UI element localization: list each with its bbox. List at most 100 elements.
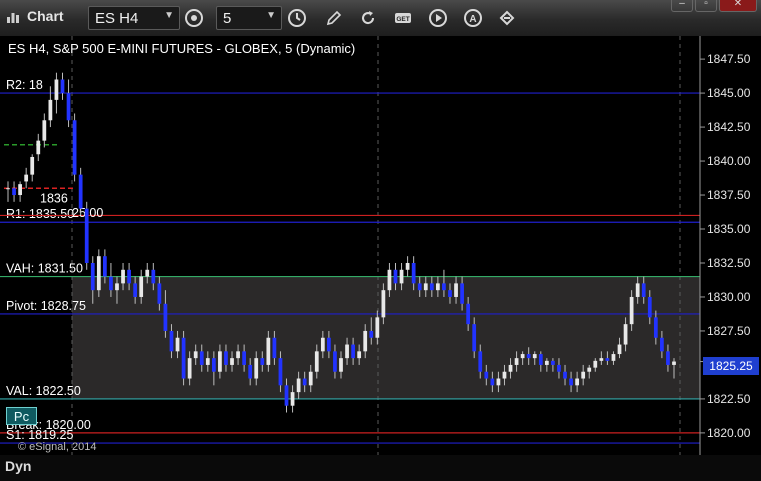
value-area-shade [72, 276, 700, 399]
candle-body [448, 290, 452, 297]
candle-body [423, 283, 428, 291]
symbol-settings-icon[interactable] [184, 8, 204, 28]
price-tick-label: 1822.50 [707, 392, 751, 406]
candle-body [96, 256, 101, 291]
bottom-bar [0, 455, 761, 481]
candle-body [460, 283, 464, 304]
candle-body [478, 351, 483, 372]
candle-body [127, 269, 131, 284]
symbol-select[interactable]: ES H4 ▼ [88, 6, 180, 30]
candle-body [109, 276, 113, 291]
price-tick-label: 1835.00 [707, 222, 751, 236]
candle-body [502, 371, 507, 379]
candle-body [121, 269, 125, 284]
candle-body [60, 79, 65, 94]
candle-body [187, 358, 192, 379]
price-tick-label: 1837.50 [707, 188, 751, 202]
candle-body [563, 371, 567, 379]
candle-body [151, 269, 156, 284]
price-tick-label: 1847.50 [707, 52, 751, 66]
window-title: Chart [27, 8, 64, 24]
candle-body [333, 351, 337, 372]
level-label: Pivot: 1828.75 [6, 299, 86, 313]
candle-body [351, 344, 355, 359]
candle-body [623, 324, 628, 345]
level-label: VAH: 1831.50 [6, 262, 83, 276]
candle-body [175, 337, 180, 352]
candle-body [629, 296, 634, 325]
level-label: R2: 18 [6, 78, 43, 92]
candle-body [290, 392, 295, 406]
candle-body [248, 364, 253, 379]
chevron-down-icon: ▼ [164, 10, 174, 21]
candle-body [254, 358, 259, 379]
candle-body [544, 360, 549, 365]
candle-body [375, 317, 380, 338]
candle-body [302, 378, 307, 386]
link-icon[interactable] [497, 8, 517, 28]
candle-body [575, 378, 580, 386]
candle-body [532, 354, 537, 359]
candle-body [169, 330, 174, 352]
candle-body [139, 276, 144, 297]
candle-body [78, 174, 83, 209]
pencil-icon[interactable] [324, 8, 344, 28]
play-icon[interactable] [428, 8, 448, 28]
candle-body [635, 283, 640, 297]
alert-icon[interactable]: A [463, 8, 483, 28]
candle-body [399, 269, 404, 284]
candle-body [599, 358, 604, 361]
candle-body [641, 283, 646, 297]
level-extra-label: 1836 [40, 192, 68, 206]
candle-body [30, 156, 35, 175]
candle-body [242, 351, 247, 365]
candle-body [296, 378, 301, 393]
get-icon[interactable]: GET [393, 8, 413, 28]
level-label: VAL: 1822.50 [6, 384, 81, 398]
restore-button[interactable]: ▫ [695, 0, 717, 12]
close-button[interactable]: ✕ [719, 0, 757, 12]
candle-body [472, 324, 477, 352]
candle-body [653, 317, 658, 338]
candle-body [224, 351, 228, 365]
chart-toolbar: Chart ES H4 ▼ 5 ▼ GET A – ▫ ✕ [0, 0, 761, 37]
candle-body [163, 303, 168, 331]
candle-body [181, 337, 186, 379]
dynamic-label[interactable]: Dyn [5, 458, 31, 474]
candle-body [496, 378, 501, 386]
candle-body [405, 262, 410, 270]
candle-body [514, 358, 519, 365]
candle-body [339, 358, 343, 372]
candle-body [538, 354, 543, 365]
candle-body [611, 354, 616, 361]
candle-body [284, 385, 289, 406]
candle-body [393, 269, 398, 284]
price-tick-label: 1832.50 [707, 256, 751, 270]
candle-body [145, 269, 150, 277]
price-chart[interactable]: R2: 18 R1: 1835.50 VAH: 1831.50 Pivot: 1828… [0, 36, 761, 481]
chart-background [0, 36, 761, 481]
price-tick-label: 1842.50 [707, 120, 751, 134]
candle-body [551, 360, 555, 365]
candle-body [387, 269, 392, 291]
price-tick-label: 1830.00 [707, 290, 751, 304]
copyright-text: © eSignal, 2014 [18, 441, 97, 453]
clock-icon[interactable] [287, 8, 307, 28]
candle-body [435, 283, 440, 291]
candle-body [363, 330, 368, 352]
candle-body [484, 371, 489, 379]
candle-body [6, 188, 10, 190]
last-price-tag: 1825.25 [703, 357, 759, 375]
candle-body [526, 354, 531, 359]
candle-body [54, 79, 59, 100]
candle-body [133, 283, 138, 297]
candle-body [429, 283, 434, 291]
candle-body [205, 358, 210, 365]
pc-button[interactable]: Pc [6, 407, 37, 425]
candle-body [84, 208, 89, 263]
minimize-button[interactable]: – [671, 0, 693, 12]
refresh-icon[interactable] [358, 8, 378, 28]
candle-body [115, 283, 119, 291]
interval-select[interactable]: 5 ▼ [216, 6, 282, 30]
chart-app-icon [7, 13, 19, 23]
